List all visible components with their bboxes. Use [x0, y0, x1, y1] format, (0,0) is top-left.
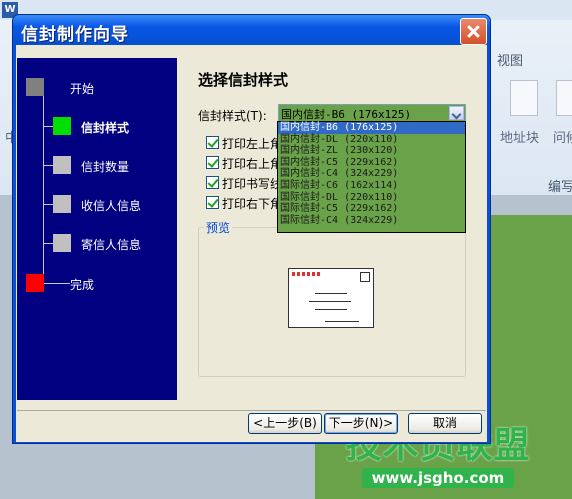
postal-code-boxes: [292, 272, 322, 276]
step-recipient-label: 收信人信息: [81, 199, 142, 213]
address-line: [325, 321, 359, 322]
dropdown-option[interactable]: 国际信封-C4 (324x229): [278, 215, 465, 227]
dropdown-option[interactable]: 国内信封-C4 (324x229): [278, 168, 465, 180]
dialog-title: 信封制作向导: [21, 25, 129, 45]
dialog-titlebar[interactable]: 信封制作向导: [13, 15, 490, 45]
checkbox-checked[interactable]: [206, 196, 219, 209]
address-line: [315, 293, 347, 294]
ribbon-group-write-label: 编写: [548, 180, 572, 195]
step-count-marker: [53, 156, 71, 174]
address-block-icon[interactable]: [510, 80, 538, 116]
button-separator: [17, 410, 486, 411]
envelope-preview: [288, 268, 374, 328]
dropdown-option[interactable]: 国际信封-DL (220x110): [278, 192, 465, 204]
ribbon-address-block-label[interactable]: 地址块: [500, 127, 539, 146]
step-sender-marker: [53, 234, 71, 252]
page-heading: 选择信封样式: [198, 71, 289, 89]
dropdown-option[interactable]: 国内信封-DL (220x110): [278, 134, 465, 146]
address-line: [309, 301, 351, 302]
back-button[interactable]: <上一步(B): [248, 413, 322, 434]
wizard-steps-sidebar: 开始 信封样式 信封数量 收信人信息 寄信人信息 完成: [17, 58, 177, 400]
step-finish-marker: [26, 274, 44, 292]
step-recipient-marker: [53, 195, 71, 213]
next-button[interactable]: 下一步(N)>: [324, 413, 398, 434]
ribbon-tab-view[interactable]: 视图: [497, 50, 523, 69]
dropdown-option[interactable]: 国内信封-B6 (176x125): [278, 122, 465, 134]
chevron-down-icon[interactable]: [449, 106, 464, 120]
dropdown-option[interactable]: 国际信封-C5 (229x162): [278, 203, 465, 215]
dialog-body: 开始 信封样式 信封数量 收信人信息 寄信人信息 完成 选择信封样式 信封样式(…: [16, 45, 487, 442]
checkbox-checked[interactable]: [206, 156, 219, 169]
checkbox-checked[interactable]: [206, 176, 219, 189]
preview-label: 预览: [204, 219, 233, 236]
checkbox-label: 打印右上角: [222, 157, 283, 171]
greeting-line-icon[interactable]: [556, 80, 572, 116]
envelope-style-select[interactable]: 国内信封-B6 (176x125): [278, 104, 466, 122]
ribbon-greeting-label[interactable]: 问候: [553, 127, 572, 146]
step-style-marker: [53, 117, 71, 135]
step-start-label: 开始: [70, 82, 95, 96]
step-style-label: 信封样式: [81, 121, 130, 135]
envelope-style-label: 信封样式(T):: [198, 109, 267, 123]
envelope-style-dropdown-list[interactable]: 国内信封-B6 (176x125) 国内信封-DL (220x110) 国内信封…: [277, 121, 466, 233]
close-button[interactable]: [460, 18, 487, 45]
step-start-marker: [26, 78, 44, 96]
checkbox-label: 打印右下角: [222, 197, 283, 211]
step-sender-label: 寄信人信息: [81, 238, 142, 252]
dropdown-option[interactable]: 国际信封-C6 (162x114): [278, 180, 465, 192]
dropdown-option[interactable]: 国内信封-C5 (229x162): [278, 157, 465, 169]
dropdown-option[interactable]: 国内信封-ZL (230x120): [278, 145, 465, 157]
step-branch: [43, 126, 53, 127]
step-count-label: 信封数量: [81, 160, 130, 174]
envelope-style-value: 国内信封-B6 (176x125): [281, 108, 412, 121]
step-branch: [43, 243, 53, 244]
cancel-button[interactable]: 取消: [408, 413, 482, 434]
steps-connector-line: [43, 89, 44, 283]
step-branch: [44, 283, 70, 284]
watermark-url: www.jsgho.com: [361, 468, 515, 488]
address-line: [315, 309, 347, 310]
stamp-box: [360, 272, 370, 282]
checkbox-label: 打印书写线: [222, 177, 283, 191]
step-branch: [43, 204, 53, 205]
checkbox-label: 打印左上角: [222, 137, 283, 151]
step-finish-label: 完成: [70, 278, 95, 292]
step-branch: [43, 165, 53, 166]
checkbox-checked[interactable]: [206, 136, 219, 149]
